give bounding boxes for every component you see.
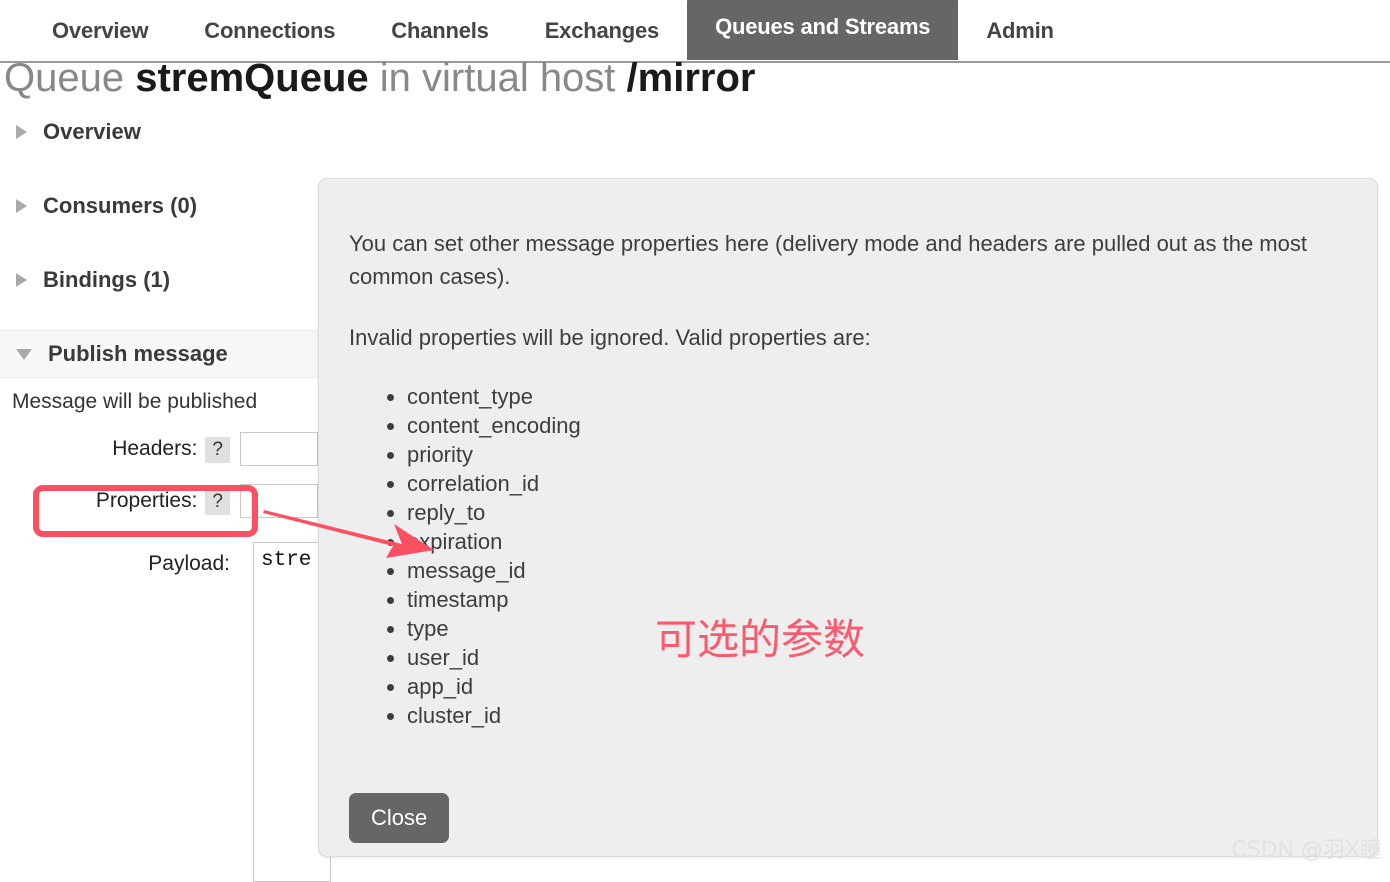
list-item: cluster_id bbox=[407, 701, 1341, 730]
section-bindings[interactable]: Bindings (1) bbox=[0, 256, 330, 304]
page-title: Queue stremQueue in virtual host /mirror bbox=[4, 52, 755, 104]
publish-note-text: Message will be published bbox=[12, 390, 258, 413]
publish-message-form: Headers:? Properties:? bbox=[0, 432, 330, 536]
list-item: correlation_id bbox=[407, 469, 1341, 498]
list-item: user_id bbox=[407, 643, 1341, 672]
tab-connections[interactable]: Connections bbox=[176, 0, 363, 60]
list-item: expiration bbox=[407, 527, 1341, 556]
headers-label-text: Headers: bbox=[112, 437, 198, 460]
list-item: timestamp bbox=[407, 585, 1341, 614]
tab-admin[interactable]: Admin bbox=[958, 0, 1081, 60]
list-item: content_type bbox=[407, 382, 1341, 411]
page-title-prefix: Queue bbox=[4, 56, 136, 100]
accordion-sections: Overview Consumers (0) Bindings (1) Publ… bbox=[0, 108, 330, 378]
chevron-down-icon bbox=[16, 348, 32, 360]
page-title-queue-name: stremQueue bbox=[135, 56, 369, 100]
chevron-right-icon bbox=[16, 199, 27, 213]
headers-input[interactable] bbox=[240, 432, 318, 466]
payload-label: Payload: bbox=[148, 552, 230, 575]
properties-label: Properties:? bbox=[0, 484, 240, 518]
properties-input[interactable] bbox=[240, 484, 318, 518]
headers-help-icon[interactable]: ? bbox=[205, 437, 230, 463]
section-publish-message-label: Publish message bbox=[48, 341, 228, 366]
headers-label: Headers:? bbox=[0, 432, 240, 466]
section-overview-label: Overview bbox=[43, 119, 141, 144]
section-publish-message[interactable]: Publish message bbox=[0, 330, 330, 378]
list-item: priority bbox=[407, 440, 1341, 469]
page-title-vhost: /mirror bbox=[626, 56, 756, 100]
list-item: app_id bbox=[407, 672, 1341, 701]
page-title-middle: in virtual host bbox=[368, 56, 627, 100]
tab-exchanges[interactable]: Exchanges bbox=[517, 0, 687, 60]
list-item: message_id bbox=[407, 556, 1341, 585]
section-consumers[interactable]: Consumers (0) bbox=[0, 182, 330, 230]
annotation-text: 可选的参数 bbox=[655, 615, 866, 664]
dialog-paragraph-1: You can set other message properties her… bbox=[349, 231, 1307, 289]
properties-help-icon[interactable]: ? bbox=[205, 489, 230, 515]
properties-label-text: Properties: bbox=[95, 489, 198, 512]
watermark: CSDN @羽X瞳 bbox=[1231, 838, 1382, 863]
dialog-paragraph-2: Invalid properties will be ignored. Vali… bbox=[349, 325, 871, 350]
list-item: reply_to bbox=[407, 498, 1341, 527]
close-button[interactable]: Close bbox=[349, 793, 450, 843]
tab-channels[interactable]: Channels bbox=[363, 0, 516, 60]
section-overview[interactable]: Overview bbox=[0, 108, 330, 156]
section-bindings-label: Bindings (1) bbox=[43, 267, 171, 292]
chevron-right-icon bbox=[16, 125, 27, 139]
tab-queues-and-streams[interactable]: Queues and Streams bbox=[687, 0, 959, 60]
list-item: type bbox=[407, 614, 1341, 643]
chevron-right-icon bbox=[16, 273, 27, 287]
properties-help-dialog: You can set other message properties her… bbox=[318, 178, 1378, 857]
properties-row: Properties:? bbox=[0, 484, 330, 536]
tab-overview[interactable]: Overview bbox=[24, 0, 176, 60]
section-consumers-label: Consumers (0) bbox=[43, 193, 198, 218]
valid-properties-list: content_type content_encoding priority c… bbox=[349, 382, 1341, 730]
headers-row: Headers:? bbox=[0, 432, 330, 484]
list-item: content_encoding bbox=[407, 411, 1341, 440]
